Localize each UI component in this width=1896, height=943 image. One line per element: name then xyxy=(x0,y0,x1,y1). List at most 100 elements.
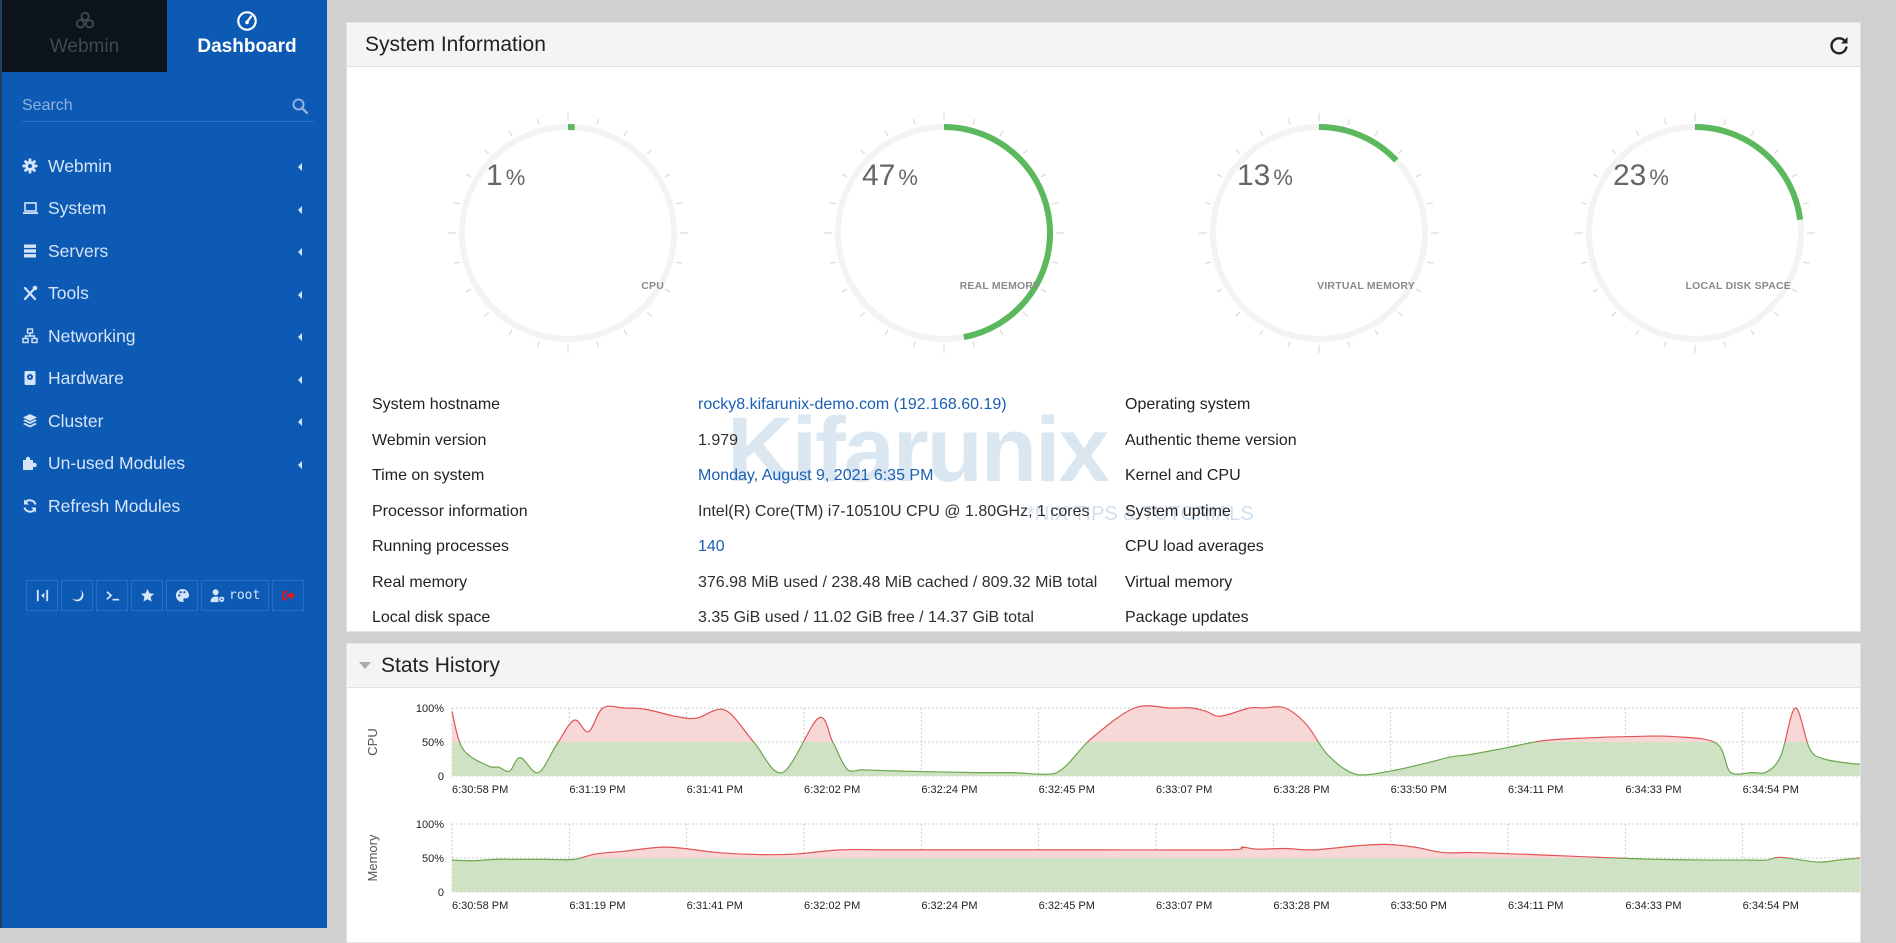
toggle-sidebar-button[interactable] xyxy=(26,580,58,611)
gauge-tick xyxy=(454,202,460,204)
gauge-tick xyxy=(1581,202,1587,204)
layers-icon xyxy=(22,413,39,430)
night-mode-button[interactable] xyxy=(61,580,93,611)
theme-button[interactable] xyxy=(166,580,198,611)
info-value-text[interactable]: 140 xyxy=(698,538,725,555)
info-value: Intel(R) Core(TM) i7-10510U CPU @ 1.80GH… xyxy=(698,503,1089,521)
sidebar-item-refresh-modules[interactable]: Refresh Modules xyxy=(2,485,327,528)
gauge-unit: % xyxy=(506,165,526,190)
caret-left-icon xyxy=(298,206,302,214)
info-value-text[interactable]: rocky8.kifarunix-demo.com (192.168.60.19… xyxy=(698,396,1007,413)
gauge-value: 1% xyxy=(486,159,525,193)
sidebar-item-webmin[interactable]: Webmin xyxy=(2,145,327,188)
gauge-ring xyxy=(824,113,1064,353)
gauge-tick xyxy=(647,150,651,154)
gauge-tick xyxy=(1774,312,1778,316)
x-tick-label: 6:34:11 PM xyxy=(1508,900,1563,912)
gauge-tick xyxy=(537,341,539,347)
x-tick-label: 6:34:54 PM xyxy=(1743,784,1799,796)
info-value-link[interactable]: 140 xyxy=(698,538,725,556)
gauge-tick xyxy=(1288,341,1290,347)
info-label: Running processes xyxy=(372,538,509,556)
gauge-tick xyxy=(1792,289,1797,292)
info-label: System uptime xyxy=(1125,503,1231,521)
gauge-tick xyxy=(861,150,865,154)
gauge-label: REAL MEMORY xyxy=(960,280,1040,292)
terminal-button[interactable] xyxy=(96,580,128,611)
gauge-number: 23 xyxy=(1613,159,1646,192)
server-icon xyxy=(22,243,39,260)
search-box xyxy=(22,92,314,122)
gauge-tick xyxy=(1612,312,1616,316)
webmin-logo-icon xyxy=(74,10,96,32)
user-gear-icon xyxy=(210,588,225,603)
memory-chart: 050%100%6:30:58 PM6:31:19 PM6:31:41 PM6:… xyxy=(347,812,1862,922)
sidebar-item-cluster[interactable]: Cluster xyxy=(2,400,327,443)
y-tick-label: 100% xyxy=(416,819,444,831)
sidebar-tabs: Webmin Dashboard xyxy=(2,0,327,72)
info-label: Real memory xyxy=(372,574,467,592)
sidebar-item-unused-modules[interactable]: Un-used Modules xyxy=(2,443,327,486)
gauge-tick xyxy=(1236,150,1240,154)
gauge-tick xyxy=(1803,262,1809,264)
info-label: Local disk space xyxy=(372,609,490,627)
gauge-local-disk: 23% LOCAL DISK SPACE xyxy=(1575,113,1815,353)
sidebar-item-networking[interactable]: Networking xyxy=(2,315,327,358)
gauge-tick xyxy=(1260,131,1263,136)
star-icon xyxy=(140,588,155,603)
sidebar-item-hardware[interactable]: Hardware xyxy=(2,358,327,401)
logout-icon xyxy=(281,588,296,603)
gauge-tick xyxy=(509,131,512,136)
y-axis-label: Memory xyxy=(365,834,380,881)
tab-dashboard[interactable]: Dashboard xyxy=(167,0,327,72)
info-value-link[interactable]: rocky8.kifarunix-demo.com (192.168.60.19… xyxy=(698,396,1007,414)
user-settings-button[interactable]: root xyxy=(201,580,269,611)
gauge-tick xyxy=(1375,330,1378,335)
x-tick-label: 6:33:50 PM xyxy=(1391,900,1447,912)
gauge-tick xyxy=(1664,341,1666,347)
sidebar-item-servers[interactable]: Servers xyxy=(2,230,327,273)
gauge-tick xyxy=(1803,202,1809,204)
gauge-tick xyxy=(1751,330,1754,335)
favorites-button[interactable] xyxy=(131,580,163,611)
gauge-tick xyxy=(885,131,888,136)
caret-left-icon xyxy=(298,333,302,341)
gauge-tick xyxy=(973,119,975,125)
info-value-text[interactable]: Monday, August 9, 2021 6:35 PM xyxy=(698,467,933,484)
gauge-tick xyxy=(1792,174,1797,177)
search-icon[interactable] xyxy=(292,98,308,114)
sidebar-item-system[interactable]: System xyxy=(2,188,327,231)
gauge-tick xyxy=(1236,312,1240,316)
x-tick-label: 6:32:02 PM xyxy=(804,900,860,912)
palette-icon xyxy=(175,588,190,603)
caret-left-icon xyxy=(298,418,302,426)
sidebar-item-label: Cluster xyxy=(48,411,103,432)
gauge-tick xyxy=(1724,119,1726,125)
x-tick-label: 6:34:11 PM xyxy=(1508,784,1563,796)
info-value: 3.35 GiB used / 11.02 GiB free / 14.37 G… xyxy=(698,609,1034,627)
gauge-tick xyxy=(1348,341,1350,347)
info-label: Time on system xyxy=(372,467,484,485)
sidebar-item-label: System xyxy=(48,198,106,219)
gauge-tick xyxy=(1217,289,1222,292)
gauge-tick xyxy=(1205,262,1211,264)
search-input[interactable] xyxy=(22,92,272,120)
info-value-link[interactable]: Monday, August 9, 2021 6:35 PM xyxy=(698,467,933,485)
tab-webmin[interactable]: Webmin xyxy=(2,0,167,72)
x-tick-label: 6:31:19 PM xyxy=(569,784,625,796)
gauge-tick xyxy=(1774,150,1778,154)
info-value-text: 1.979 xyxy=(698,432,738,449)
x-tick-label: 6:33:07 PM xyxy=(1156,784,1212,796)
gauge-label: CPU xyxy=(641,280,664,292)
sidebar-item-tools[interactable]: Tools xyxy=(2,273,327,316)
sidebar-item-label: Hardware xyxy=(48,368,124,389)
gauge-tick xyxy=(1052,202,1058,204)
stats-history-header[interactable]: Stats History xyxy=(347,644,1860,688)
info-label: Processor information xyxy=(372,503,528,521)
y-axis-label: CPU xyxy=(365,728,380,755)
gauge-tick xyxy=(1636,330,1639,335)
gauge-tick xyxy=(1724,341,1726,347)
reload-icon[interactable] xyxy=(1828,34,1850,56)
gauge-tick xyxy=(466,174,471,177)
logout-button[interactable] xyxy=(272,580,304,611)
